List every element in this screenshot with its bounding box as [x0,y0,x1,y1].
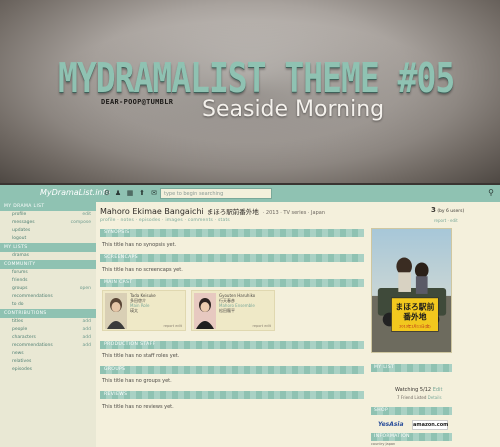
groups-text: This title has no groups yet. [102,378,172,384]
banner-subtitle: Seaside Morning [202,97,385,122]
synopsis-header: SYNOPSIS [100,229,364,237]
app-preview: MyDramaList.info ⚙ ♟ ▦ ⬆ ✉ type to begin… [0,185,500,447]
sidebar-section-title: CONTRIBUTIONS [0,309,96,318]
my-list-header: MY LIST [371,364,452,372]
staff-text: This title has no staff roles yet. [102,353,180,359]
box-icon[interactable]: ▦ [126,189,134,197]
watching-status: Watching 5/12 Edit [395,387,443,393]
poster-title-line1: まほろ駅前 [395,302,434,312]
cast-photo [194,293,216,329]
cast-card[interactable]: Tada Keisuke 多田啓介 Main Role 瑛太 report ed… [102,290,186,331]
amazon-link[interactable]: amazon.com [412,420,448,430]
cast-list: Tada Keisuke 多田啓介 Main Role 瑛太 report ed… [102,290,276,331]
poster-date: 2013年1月11日(金) [399,323,431,328]
yesasia-link[interactable]: YesAsia [378,421,404,428]
information-header: INFORMATION [371,433,452,441]
title-japanese: まほろ駅前番外地 [206,208,259,216]
sidebar-item-recommendations-add[interactable]: recommendations add [0,342,96,350]
sidebar-item-profile[interactable]: profile edit [0,211,96,219]
info-row: country Japan [371,442,396,446]
friends-icon[interactable]: ♟ [114,189,122,197]
rating: 3 (by 6 users) [431,206,465,214]
sidebar-item-updates[interactable]: updates [0,227,96,235]
friends-listed: 7 Friend Listed Details [397,395,442,400]
site-logo[interactable]: MyDramaList.info [40,188,110,197]
cast-report-link[interactable]: report edit [252,324,271,328]
search-input[interactable]: type to begin searching [160,188,272,199]
shop-links: YesAsia amazon.com [378,420,448,430]
cast-card[interactable]: Gyouten Haruhiko 行天春彦 Mahoro Ensemble 松田… [191,290,275,331]
sidebar-item-titles[interactable]: titles add [0,318,96,326]
sidebar-item-friends[interactable]: friends [0,277,96,285]
sidebar-item-dramas[interactable]: dramas [0,252,96,260]
main-content: Mahoro Ekimae Bangaichi まほろ駅前番外地 · 2013 · … [96,202,368,447]
poster-title-line2: 番外地 [402,311,427,321]
banner-credit: DEAR-POOP@TUMBLR [101,98,174,106]
cast-report-link[interactable]: report edit [163,324,182,328]
logout-icon[interactable]: ⚲ [488,188,494,197]
upload-icon[interactable]: ⬆ [138,189,146,197]
synopsis-text: This title has no synopsis yet. [102,242,177,248]
reviews-text: This title has no reviews yet. [102,404,174,410]
sidebar-item-groups[interactable]: groups open [0,285,96,293]
screencaps-text: This title has no screencaps yet. [102,267,183,273]
sidebar: MY DRAMA LIST profile edit messages compos… [0,202,96,447]
sidebar-item-forums[interactable]: forums [0,269,96,277]
friends-details-link[interactable]: Details [428,395,442,400]
cast-name: Gyouten Haruhiko 行天春彦 Mahoro Ensemble 松田… [219,293,256,313]
rating-links[interactable]: report · edit [434,218,458,223]
shop-header: SHOP [371,407,452,415]
settings-icon[interactable]: ⚙ [103,189,111,197]
title-subnav[interactable]: profile · notes · episodes · images · co… [100,218,230,223]
groups-header: GROUPS [100,366,364,374]
sidebar-item-logout[interactable]: logout [0,235,96,243]
banner-title: MYDRAMALIST THEME #05 [58,53,455,102]
reviews-header: REVIEWS [100,391,364,399]
sidebar-section-title: MY DRAMA LIST [0,202,96,211]
right-column: 3 (by 6 users) report · edit まほろ駅前 番外地 2… [368,202,500,447]
watching-edit-link[interactable]: Edit [433,387,443,393]
title-english: Mahoro Ekimae Bangaichi [100,207,204,216]
sidebar-item-news[interactable]: news [0,350,96,358]
theme-banner: MYDRAMALIST THEME #05 DEAR-POOP@TUMBLR S… [0,0,500,183]
sidebar-item-relatives[interactable]: relatives [0,358,96,366]
cast-photo [105,293,127,329]
drama-poster[interactable]: まほろ駅前 番外地 2013年1月11日(金) [371,228,452,353]
sidebar-item-characters[interactable]: characters add [0,334,96,342]
sidebar-item-todo[interactable]: to do [0,301,96,309]
sidebar-section-title: COMMUNITY [0,260,96,269]
sidebar-item-episodes[interactable]: episodes [0,366,96,374]
cast-name: Tada Keisuke 多田啓介 Main Role 瑛太 [130,293,156,313]
title-meta: · 2013 · TV series · Japan [262,210,326,216]
sidebar-item-people[interactable]: people add [0,326,96,334]
page-title: Mahoro Ekimae Bangaichi まほろ駅前番外地 · 2013 · … [100,206,325,216]
staff-header: PRODUCTION STAFF [100,341,364,349]
sidebar-item-messages[interactable]: messages compose [0,219,96,227]
top-bar: MyDramaList.info ⚙ ♟ ▦ ⬆ ✉ type to begin… [0,185,500,202]
sidebar-item-recommendations[interactable]: recommendations [0,293,96,301]
sidebar-section-title: MY LISTS [0,243,96,252]
screencaps-header: SCREENCAPS [100,254,364,262]
cast-header: MAIN CAST [100,279,364,287]
mail-icon[interactable]: ✉ [150,189,158,197]
